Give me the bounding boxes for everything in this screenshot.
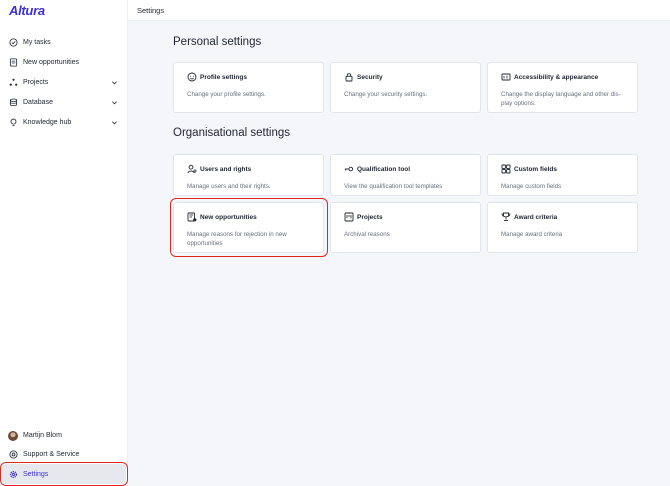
lifebuoy-icon <box>8 450 18 460</box>
sidebar-item-my-tasks[interactable]: My tasks <box>0 33 128 52</box>
user-profile[interactable]: Martijn Blom <box>0 426 128 445</box>
card-description: Manage custom fields <box>501 183 562 190</box>
card-title: Profile settings <box>200 73 247 81</box>
topbar: Settings <box>128 0 670 21</box>
card-accessibility[interactable]: Accessibility & appearance Change the di… <box>487 62 638 113</box>
card-description: Manage users and their rights. <box>187 183 271 190</box>
card-head: Profile settings <box>187 72 247 82</box>
page-title: Settings <box>137 6 165 15</box>
trophy-icon <box>501 212 511 222</box>
sidebar-item-new-opportunities[interactable]: New opportunities <box>0 53 128 72</box>
sidebar-item-label: New opportunities <box>23 59 80 66</box>
card-description: View the qualification tool templates <box>344 183 443 190</box>
sidebar-item-label: Knowledge hub <box>23 119 72 126</box>
card-head: Users and rights <box>187 164 251 174</box>
section-title-organisational: Organisational settings <box>173 127 290 139</box>
card-title: Qualification tool <box>357 165 411 173</box>
sidebar: Altura My tasks New opportunities Projec… <box>0 0 128 486</box>
display-settings-icon <box>501 72 511 82</box>
sidebar-item-knowledge-hub[interactable]: Knowledge hub <box>0 113 128 132</box>
card-title: Award criteria <box>514 213 558 221</box>
card-security[interactable]: Security Change your security settings. <box>330 62 481 113</box>
sidebar-item-label: My tasks <box>23 39 51 46</box>
lock-icon <box>344 72 354 82</box>
card-title: Users and rights <box>200 165 252 173</box>
document-list-icon <box>8 58 18 68</box>
database-icon <box>8 98 18 108</box>
check-circle-icon <box>8 38 18 48</box>
key-icon <box>344 164 354 174</box>
card-description: Change your security settings. <box>344 91 428 98</box>
card-description: Archival reasons <box>344 231 390 238</box>
sidebar-item-database[interactable]: Database <box>0 93 128 112</box>
sidebar-item-label: Projects <box>23 79 49 86</box>
sidebar-item-label: Database <box>23 99 53 106</box>
archive-icon <box>344 212 354 222</box>
card-head: Projects <box>344 212 383 222</box>
card-head: Qualification tool <box>344 164 410 174</box>
card-qualification-tool[interactable]: Qualification tool View the qualificatio… <box>330 154 481 196</box>
chevron-down-icon[interactable] <box>110 99 118 107</box>
sidebar-item-label: Support & Service <box>23 451 80 458</box>
card-description: Change your profile settings. <box>187 91 266 98</box>
card-award-criteria[interactable]: Award criteria Manage award criteria <box>487 202 638 253</box>
highlight-box <box>0 462 128 486</box>
card-head: Accessibility & appearance <box>501 72 598 82</box>
card-head: Security <box>344 72 383 82</box>
chevron-down-icon[interactable] <box>110 79 118 87</box>
card-title: Projects <box>357 213 383 221</box>
card-custom-fields[interactable]: Custom fields Manage custom fields <box>487 154 638 196</box>
user-gear-icon <box>187 164 197 174</box>
highlight-box <box>170 198 328 257</box>
main-content: Personal settings Profile settings Chang… <box>128 21 670 486</box>
sidebar-nav: My tasks New opportunities Projects Data… <box>0 33 128 133</box>
lightbulb-icon <box>8 118 18 128</box>
card-head: Award criteria <box>501 212 557 222</box>
card-users-and-rights[interactable]: Users and rights Manage users and their … <box>173 154 324 196</box>
card-head: Custom fields <box>501 164 557 174</box>
nodes-icon <box>8 78 18 88</box>
section-title-personal: Personal settings <box>173 36 262 48</box>
smiley-icon <box>187 72 197 82</box>
card-title: Custom fields <box>514 165 557 173</box>
avatar-wrap <box>8 430 18 441</box>
card-title: Security <box>357 73 383 81</box>
avatar <box>8 430 18 441</box>
card-profile-settings[interactable]: Profile settings Change your profile set… <box>173 62 324 113</box>
card-projects[interactable]: Projects Archival reasons <box>330 202 481 253</box>
user-name: Martijn Blom <box>23 432 62 439</box>
card-description: Change the display language and other di… <box>501 91 621 107</box>
sidebar-bottom: Martijn Blom Support & Service <box>0 426 128 464</box>
chevron-down-icon[interactable] <box>110 119 118 127</box>
sidebar-item-projects[interactable]: Projects <box>0 73 128 92</box>
app-logo[interactable]: Altura <box>9 3 45 18</box>
card-title: Accessibility & appearance <box>514 73 599 81</box>
card-description: Manage award criteria <box>501 231 563 238</box>
grid-fields-icon <box>501 164 511 174</box>
